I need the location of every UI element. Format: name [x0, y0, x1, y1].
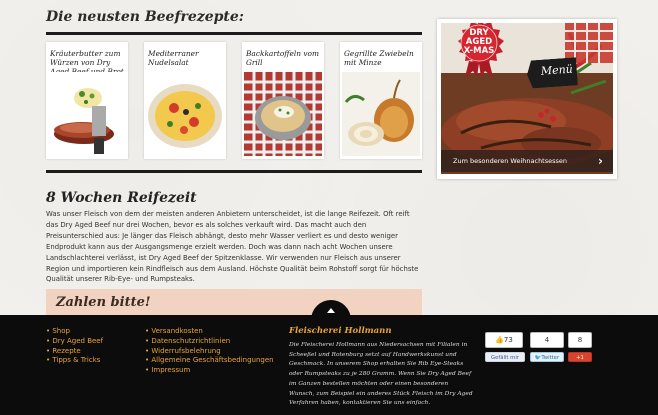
- badge-line3: X-MAS: [463, 46, 495, 56]
- facebook-like-label: Gefällt mir: [491, 355, 519, 361]
- xmas-promo-card[interactable]: DRY AGED X-MAS Menü Zum besonderen Weihn…: [437, 19, 617, 179]
- recipe-card-kraeuterbutter[interactable]: Kräuterbutter zum Würzen von Dry Aged Be…: [46, 42, 128, 159]
- recipe-title: Gegrillte Zwiebeln mit Minze: [344, 49, 414, 67]
- chevron-right-icon: ›: [598, 154, 603, 168]
- twitter-counter: 4: [530, 332, 564, 348]
- xmas-badge: DRY AGED X-MAS: [453, 23, 505, 77]
- recipe-image-nudelsalat: [146, 72, 224, 156]
- footer-link-rezepte[interactable]: Rezepte: [46, 347, 103, 357]
- footer-links-legal: Versandkosten Datenschutzrichtlinien Wid…: [145, 327, 274, 376]
- footer-link-datenschutz[interactable]: Datenschutzrichtlinien: [145, 337, 274, 347]
- recipe-image-zwiebeln: [342, 72, 420, 156]
- googleplus-counter: 8: [568, 332, 592, 348]
- section-title-recipes: Die neusten Beefrezepte:: [46, 9, 244, 25]
- googleplus-label: +1: [576, 355, 584, 361]
- xmas-promo-link-label: Zum besonderen Weihnachtsessen: [453, 157, 568, 165]
- thumbs-up-icon: 👍: [495, 336, 504, 344]
- googleplus-count: 8: [577, 336, 583, 344]
- recipe-list: Kräuterbutter zum Würzen von Dry Aged Be…: [46, 42, 422, 160]
- company-title: Fleischerei Hollmann: [289, 326, 392, 336]
- facebook-like-button[interactable]: Gefällt mir: [485, 352, 525, 362]
- recipe-card-backkartoffeln[interactable]: Backkartoffeln vom Grill: [242, 42, 324, 159]
- recipe-title: Mediterraner Nudelsalat: [148, 49, 199, 67]
- recipe-card-zwiebeln[interactable]: Gegrillte Zwiebeln mit Minze: [340, 42, 422, 159]
- footer-link-dry-aged-beef[interactable]: Dry Aged Beef: [46, 337, 103, 347]
- company-text: Die Fleischerei Hollmann aus Niedersachs…: [289, 342, 473, 407]
- footer-link-shop[interactable]: Shop: [46, 327, 103, 337]
- recipe-title: Backkartoffeln vom Grill: [246, 49, 320, 67]
- footer-link-versandkosten[interactable]: Versandkosten: [145, 327, 274, 337]
- twitter-count: 4: [544, 336, 550, 344]
- recipe-image-backkartoffeln: [244, 72, 322, 156]
- arrow-up-icon: [327, 308, 335, 313]
- twitter-share-button[interactable]: 🐦Twitter: [530, 352, 564, 362]
- divider-middle: [46, 170, 422, 173]
- menu-tag: Menü: [526, 57, 578, 88]
- xmas-promo-image: DRY AGED X-MAS Menü Zum besonderen Weihn…: [441, 23, 613, 174]
- reife-title: 8 Wochen Reifezeit: [46, 190, 197, 206]
- xmas-promo-link[interactable]: Zum besonderen Weihnachtsessen ›: [441, 150, 613, 172]
- facebook-count: 73: [503, 336, 513, 344]
- facebook-counter: 👍73: [485, 332, 523, 348]
- zahlen-title: Zahlen bitte!: [56, 295, 151, 310]
- footer-link-widerruf[interactable]: Widerrufsbelehrung: [145, 347, 274, 357]
- recipe-card-nudelsalat[interactable]: Mediterraner Nudelsalat: [144, 42, 226, 159]
- recipe-title: Kräuterbutter zum Würzen von Dry Aged Be…: [50, 49, 124, 76]
- zahlen-panel: Zahlen bitte!: [46, 289, 422, 315]
- recipe-image-kraeuterbutter: [48, 72, 126, 156]
- googleplus-button[interactable]: +1: [568, 352, 592, 362]
- reife-text: Was unser Fleisch von dem der meisten an…: [46, 210, 419, 284]
- twitter-label: Twitter: [541, 355, 560, 361]
- footer-link-impressum[interactable]: Impressum: [145, 366, 274, 376]
- divider-top: [46, 32, 422, 35]
- menu-tag-label: Menü: [540, 62, 574, 78]
- footer-link-tipps[interactable]: Tipps & Tricks: [46, 356, 103, 366]
- footer-link-agb[interactable]: Allgemeine Geschäftsbedingungen: [145, 356, 273, 366]
- footer-links-main: Shop Dry Aged Beef Rezepte Tipps & Trick…: [46, 327, 103, 366]
